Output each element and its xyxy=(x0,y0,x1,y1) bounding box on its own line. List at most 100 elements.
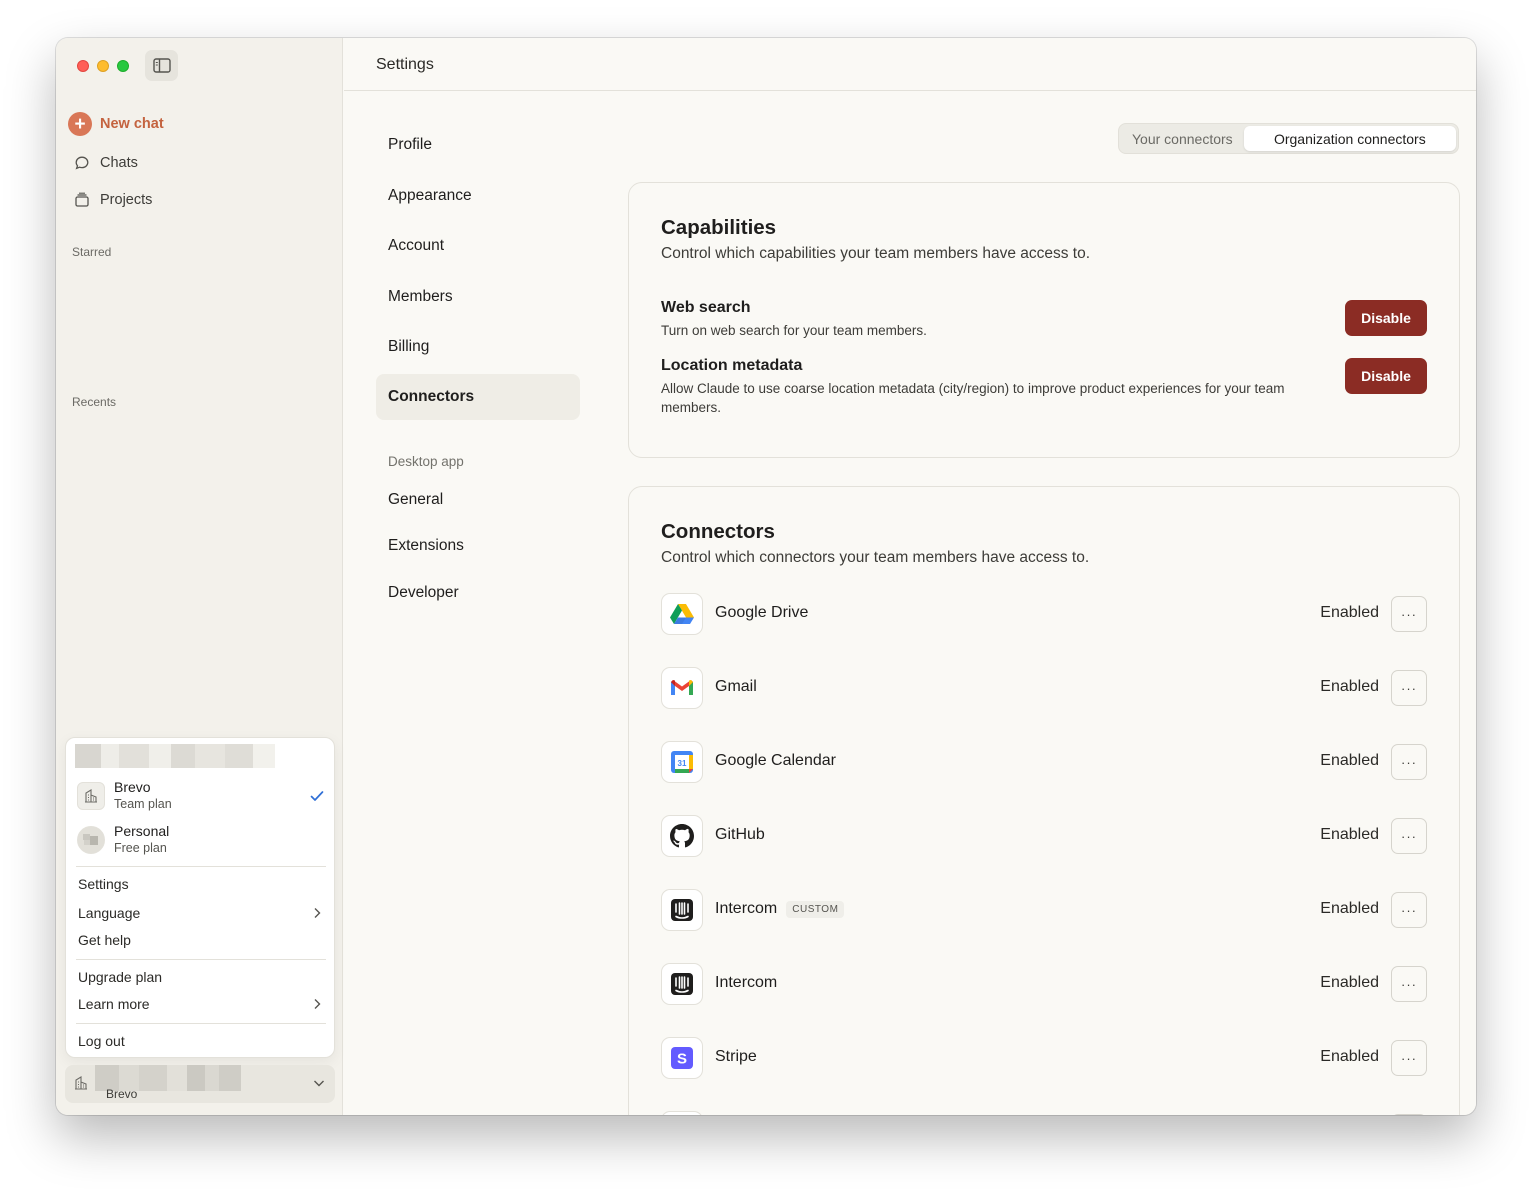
connector-more-button[interactable]: ··· xyxy=(1391,596,1427,632)
settings-nav-members[interactable]: Members xyxy=(376,274,580,320)
menu-divider xyxy=(76,1023,326,1024)
menu-item-upgrade-plan[interactable]: Upgrade plan xyxy=(78,969,322,985)
connector-name: Intercom xyxy=(715,974,777,992)
connector-status: Enabled xyxy=(1320,826,1379,843)
connector-more-button[interactable]: ··· xyxy=(1391,744,1427,780)
location-metadata-disable-button[interactable]: Disable xyxy=(1345,358,1427,394)
projects-icon xyxy=(72,192,92,208)
menu-divider xyxy=(76,959,326,960)
connector-name-text: GitHub xyxy=(715,826,765,843)
account-menu: Brevo Team plan Personal Free plan Setti… xyxy=(65,737,335,1058)
settings-nav-account[interactable]: Account xyxy=(376,223,580,269)
tab-your-connectors[interactable]: Your connectors xyxy=(1121,126,1244,151)
desktop-app-section-label: Desktop app xyxy=(388,454,464,469)
personal-avatar xyxy=(77,826,105,854)
menu-item-learn-more[interactable]: Learn more xyxy=(78,996,322,1012)
settings-nav-extensions[interactable]: Extensions xyxy=(376,523,580,569)
org-plan: Free plan xyxy=(114,841,167,855)
sidebar-toggle-icon xyxy=(152,58,171,73)
capability-web-search: Web search Turn on web search for your t… xyxy=(661,299,1427,340)
account-org-name: Brevo xyxy=(106,1087,138,1101)
settings-nav-connectors[interactable]: Connectors xyxy=(376,374,580,420)
menu-item-label: Get help xyxy=(78,932,131,948)
menu-item-label: Learn more xyxy=(78,996,150,1012)
connector-row: Intercom Enabled ··· xyxy=(661,963,1427,1005)
connector-row: Gmail Enabled ··· xyxy=(661,667,1427,709)
sidebar: + New chat Chats Projects Starred Recent… xyxy=(56,38,343,1115)
connectors-card: Connectors Control which connectors your… xyxy=(628,486,1460,1115)
close-window-button[interactable] xyxy=(77,60,89,72)
menu-item-log-out[interactable]: Log out xyxy=(78,1033,322,1049)
org-option-brevo[interactable]: Brevo Team plan xyxy=(77,778,327,818)
connector-name: GitHub xyxy=(715,826,765,844)
chats-label: Chats xyxy=(100,155,138,171)
settings-nav-general[interactable]: General xyxy=(376,477,580,523)
org-name: Personal xyxy=(114,823,170,839)
connectors-scope-toggle: Your connectors Organization connectors xyxy=(1118,123,1459,154)
capability-description: Allow Claude to use coarse location meta… xyxy=(661,381,1285,415)
connector-status: Enabled xyxy=(1320,678,1379,695)
connector-name: Google Drive xyxy=(715,604,808,622)
connector-more-button[interactable]: ··· xyxy=(1391,892,1427,928)
connector-more-button[interactable] xyxy=(1391,1114,1427,1115)
menu-item-get-help[interactable]: Get help xyxy=(78,932,322,948)
connector-status: Enabled xyxy=(1320,1048,1379,1065)
connector-more-button[interactable]: ··· xyxy=(1391,966,1427,1002)
connector-icon xyxy=(661,1111,703,1115)
connector-name-text: Google Calendar xyxy=(715,752,836,769)
menu-item-label: Log out xyxy=(78,1033,125,1049)
settings-nav-billing[interactable]: Billing xyxy=(376,324,580,370)
connectors-subtitle: Control which connectors your team membe… xyxy=(661,549,1090,566)
settings-nav-developer[interactable]: Developer xyxy=(376,570,580,616)
sidebar-item-chats[interactable]: Chats xyxy=(72,155,138,171)
main-content: Settings Profile Appearance Account Memb… xyxy=(344,38,1476,1115)
google-calendar-icon: 31 xyxy=(661,741,703,783)
connector-more-button[interactable]: ··· xyxy=(1391,818,1427,854)
new-chat-button[interactable]: + New chat xyxy=(68,112,164,136)
account-switcher-button[interactable]: Brevo xyxy=(65,1065,335,1103)
app-window: + New chat Chats Projects Starred Recent… xyxy=(56,38,1476,1115)
connector-status: Enabled xyxy=(1320,604,1379,621)
stripe-icon: S xyxy=(661,1037,703,1079)
stripe-logo-letter: S xyxy=(677,1051,687,1068)
intercom-icon xyxy=(661,889,703,931)
capability-name: Web search xyxy=(661,299,751,316)
connector-more-button[interactable]: ··· xyxy=(1391,670,1427,706)
connector-more-button[interactable]: ··· xyxy=(1391,1040,1427,1076)
sidebar-toggle-button[interactable] xyxy=(145,50,178,81)
calendar-day-label: 31 xyxy=(678,759,687,768)
chevron-down-icon xyxy=(314,1080,324,1087)
connectors-title: Connectors xyxy=(661,520,775,543)
connector-row: Google Drive Enabled ··· xyxy=(661,593,1427,635)
maximize-window-button[interactable] xyxy=(117,60,129,72)
menu-item-label: Upgrade plan xyxy=(78,969,163,985)
settings-nav-profile[interactable]: Profile xyxy=(376,122,580,168)
capability-description: Turn on web search for your team members… xyxy=(661,323,927,338)
settings-nav-appearance[interactable]: Appearance xyxy=(376,173,580,219)
page-title: Settings xyxy=(376,56,434,73)
plus-icon: + xyxy=(68,112,92,136)
connector-status: Enabled xyxy=(1320,752,1379,769)
connector-status: Enabled xyxy=(1320,974,1379,991)
tab-organization-connectors[interactable]: Organization connectors xyxy=(1243,126,1456,151)
projects-label: Projects xyxy=(100,192,153,208)
gmail-icon xyxy=(661,667,703,709)
connector-name-text: Google Drive xyxy=(715,604,809,621)
connector-status: Enabled xyxy=(1320,900,1379,917)
chat-bubble-icon xyxy=(72,155,92,171)
menu-item-label: Settings xyxy=(78,876,129,892)
org-option-personal[interactable]: Personal Free plan xyxy=(77,822,327,862)
web-search-disable-button[interactable]: Disable xyxy=(1345,300,1427,336)
connector-name: Stripe xyxy=(715,1048,757,1066)
menu-item-language[interactable]: Language xyxy=(78,905,322,921)
sidebar-item-projects[interactable]: Projects xyxy=(72,192,152,208)
capabilities-card: Capabilities Control which capabilities … xyxy=(628,182,1460,458)
google-drive-icon xyxy=(661,593,703,635)
recents-section-label: Recents xyxy=(72,395,117,409)
minimize-window-button[interactable] xyxy=(97,60,109,72)
connector-row: 31 Google Calendar Enabled ··· xyxy=(661,741,1427,783)
menu-item-settings[interactable]: Settings xyxy=(78,876,322,892)
new-chat-label: New chat xyxy=(100,116,164,132)
menu-item-label: Language xyxy=(78,905,141,921)
capabilities-subtitle: Control which capabilities your team mem… xyxy=(661,245,1091,262)
